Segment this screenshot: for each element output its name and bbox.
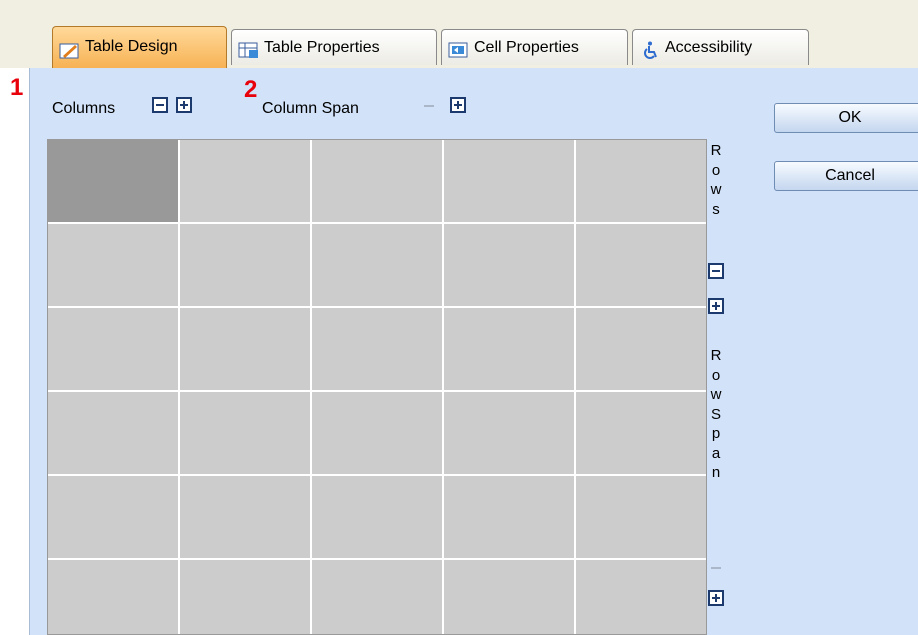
grid-cell[interactable] [576,560,706,634]
columns-add-button[interactable] [176,97,192,113]
grid-cell[interactable] [576,476,706,558]
grid-cell[interactable] [312,224,442,306]
table-design-grid[interactable] [47,139,707,635]
grid-cell[interactable] [180,308,310,390]
grid-cell[interactable] [312,392,442,474]
row-span-letter: w [710,386,722,403]
tab-accessibility[interactable]: Accessibility [632,29,809,65]
grid-cell[interactable] [312,308,442,390]
grid-cell[interactable] [48,224,178,306]
row-span-letter: o [711,366,721,384]
column-span-remove-button [424,105,434,107]
tab-label: Table Design [85,38,178,55]
rows-add-button[interactable] [708,298,724,314]
column-span-label: Column Span [262,100,359,117]
grid-cell[interactable] [576,224,706,306]
grid-cell[interactable] [48,140,178,222]
grid-cell[interactable] [444,224,574,306]
rows-letter: s [712,200,720,218]
row-span-letter: p [711,425,721,442]
grid-cell[interactable] [576,392,706,474]
tab-strip: Table Design Table Properties Cell Prope… [0,0,918,68]
table-design-icon [59,36,81,59]
grid-cell[interactable] [180,476,310,558]
grid-cell[interactable] [180,140,310,222]
row-span-remove-button [711,567,721,569]
grid-cell[interactable] [444,392,574,474]
grid-cell[interactable] [48,392,178,474]
grid-cell[interactable] [180,560,310,634]
grid-cell[interactable] [576,140,706,222]
tab-label: Accessibility [665,39,753,56]
tab-cell-properties[interactable]: Cell Properties [441,29,628,65]
grid-cell[interactable] [444,560,574,634]
callout-marker-2: 2 [244,76,258,103]
ok-button[interactable]: OK [774,103,918,133]
callout-marker-1: 1 [10,74,24,101]
grid-cell[interactable] [180,224,310,306]
grid-cell[interactable] [444,476,574,558]
grid-cell[interactable] [576,308,706,390]
accessibility-icon [639,37,661,59]
grid-cell[interactable] [444,308,574,390]
row-span-add-button[interactable] [708,590,724,606]
rows-letter: w [710,181,722,198]
grid-cell[interactable] [48,560,178,634]
grid-cell[interactable] [312,560,442,634]
tab-label: Cell Properties [474,39,579,56]
grid-cell[interactable] [48,476,178,558]
row-span-letter: n [711,464,721,481]
column-span-add-button[interactable] [450,97,466,113]
row-span-letter: R [710,347,722,364]
tab-label: Table Properties [264,39,380,56]
row-span-letter: a [711,444,721,462]
grid-cell[interactable] [312,140,442,222]
grid-cell[interactable] [312,476,442,558]
cancel-button[interactable]: Cancel [774,161,918,191]
columns-label: Columns [52,100,116,117]
columns-remove-button[interactable] [152,97,168,113]
rows-letter: R [710,142,722,159]
table-properties-icon [238,37,260,58]
grid-cell[interactable] [444,140,574,222]
rows-letter: o [711,161,721,179]
grid-cell[interactable] [180,392,310,474]
grid-cell[interactable] [48,308,178,390]
rows-remove-button[interactable] [708,263,724,279]
cell-properties-icon [448,37,470,58]
tab-table-design[interactable]: Table Design [52,26,227,68]
row-span-letter: S [710,405,721,423]
tab-table-properties[interactable]: Table Properties [231,29,437,65]
